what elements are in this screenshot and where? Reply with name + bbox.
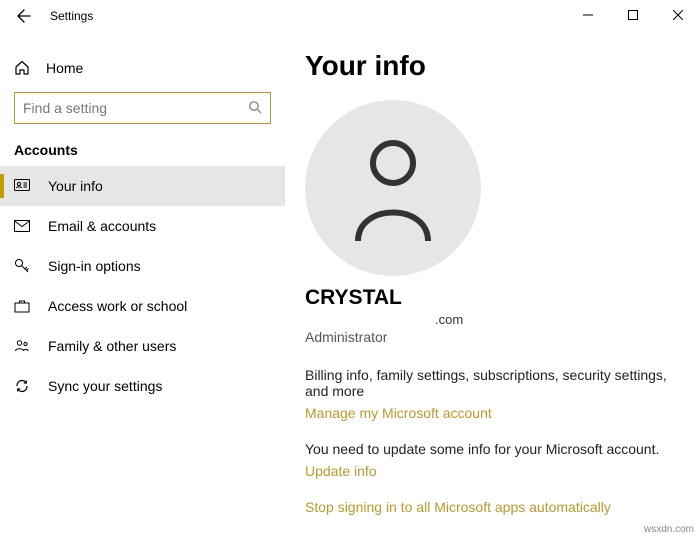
sidebar-item-label: Your info bbox=[48, 178, 103, 194]
home-icon bbox=[14, 60, 30, 76]
briefcase-icon bbox=[14, 298, 30, 314]
sidebar-item-label: Email & accounts bbox=[48, 218, 156, 234]
back-button[interactable] bbox=[10, 2, 38, 30]
sidebar-item-access-work-school[interactable]: Access work or school bbox=[0, 286, 285, 326]
maximize-button[interactable] bbox=[610, 0, 655, 30]
user-email: .com bbox=[435, 312, 680, 327]
minimize-button[interactable] bbox=[565, 0, 610, 30]
close-icon bbox=[673, 10, 683, 20]
section-header: Accounts bbox=[0, 124, 285, 166]
mail-icon bbox=[14, 218, 30, 234]
window-controls bbox=[565, 0, 700, 30]
titlebar: Settings bbox=[0, 0, 700, 32]
people-icon bbox=[14, 338, 30, 354]
sidebar-item-email-accounts[interactable]: Email & accounts bbox=[0, 206, 285, 246]
update-description: You need to update some info for your Mi… bbox=[305, 441, 680, 457]
content-pane: Your info CRYSTAL .com Administrator Bil… bbox=[285, 32, 700, 537]
update-info-link[interactable]: Update info bbox=[305, 463, 680, 479]
sidebar-item-label: Family & other users bbox=[48, 338, 176, 354]
watermark: wsxdn.com bbox=[644, 524, 694, 535]
close-button[interactable] bbox=[655, 0, 700, 30]
sidebar-item-family-users[interactable]: Family & other users bbox=[0, 326, 285, 366]
home-button[interactable]: Home bbox=[0, 50, 285, 86]
key-icon bbox=[14, 258, 30, 274]
sidebar-item-your-info[interactable]: Your info bbox=[0, 166, 285, 206]
person-icon bbox=[348, 133, 438, 243]
sidebar-item-label: Sync your settings bbox=[48, 378, 162, 394]
app-title: Settings bbox=[50, 9, 93, 23]
search-box[interactable] bbox=[14, 92, 271, 124]
user-role: Administrator bbox=[305, 329, 680, 345]
page-title: Your info bbox=[305, 50, 680, 82]
sync-icon bbox=[14, 378, 30, 394]
maximize-icon bbox=[628, 10, 638, 20]
sidebar-item-label: Sign-in options bbox=[48, 258, 141, 274]
minimize-icon bbox=[583, 10, 593, 20]
user-name: CRYSTAL bbox=[305, 286, 680, 310]
billing-description: Billing info, family settings, subscript… bbox=[305, 367, 680, 399]
person-card-icon bbox=[14, 178, 30, 194]
sidebar-item-label: Access work or school bbox=[48, 298, 187, 314]
arrow-left-icon bbox=[16, 8, 32, 24]
home-label: Home bbox=[46, 60, 83, 76]
search-input[interactable] bbox=[23, 100, 248, 116]
avatar[interactable] bbox=[305, 100, 481, 276]
search-icon bbox=[248, 100, 262, 117]
sidebar: Home Accounts Your info Email & accounts bbox=[0, 32, 285, 537]
sidebar-item-signin-options[interactable]: Sign-in options bbox=[0, 246, 285, 286]
stop-signing-link[interactable]: Stop signing in to all Microsoft apps au… bbox=[305, 499, 680, 515]
sidebar-item-sync-settings[interactable]: Sync your settings bbox=[0, 366, 285, 406]
manage-account-link[interactable]: Manage my Microsoft account bbox=[305, 405, 680, 421]
